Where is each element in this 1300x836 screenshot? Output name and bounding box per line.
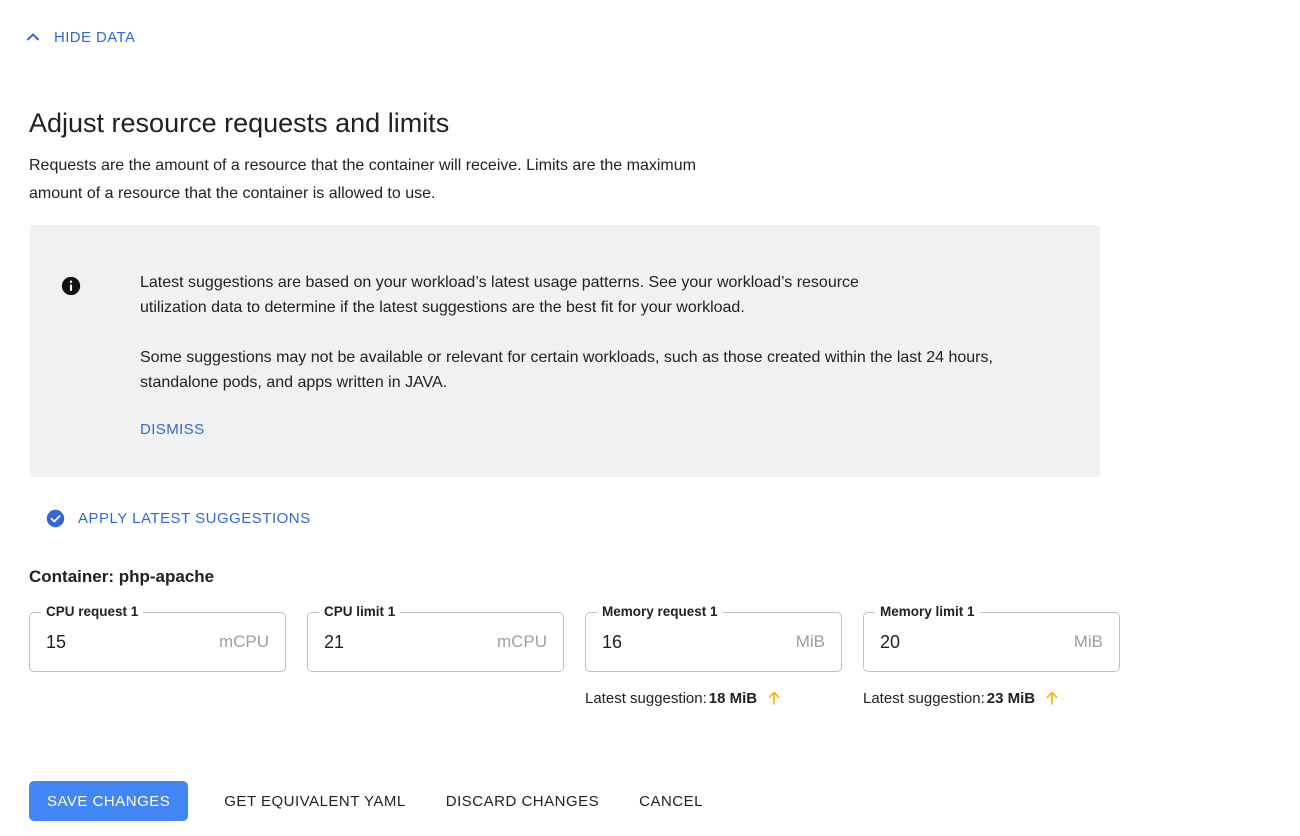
cpu-request-label: CPU request 1 (41, 604, 144, 620)
memory-request-suggestion-value: 18 MiB (708, 689, 758, 707)
memory-request-suggestion-prefix: Latest suggestion: (585, 689, 707, 707)
hide-data-toggle[interactable]: HIDE DATA (22, 26, 135, 48)
memory-limit-field[interactable]: Memory limit 1 MiB (863, 604, 1120, 672)
banner-body: Latest suggestions are based on your wor… (140, 251, 1076, 451)
get-equivalent-yaml-button[interactable]: GET EQUIVALENT YAML (204, 781, 426, 821)
chevron-up-icon (22, 26, 44, 48)
cpu-limit-input[interactable] (324, 631, 489, 653)
check-circle-icon (45, 508, 66, 529)
cpu-request-field[interactable]: CPU request 1 mCPU (29, 604, 286, 672)
memory-request-field[interactable]: Memory request 1 MiB (585, 604, 842, 672)
container-title: Container: php-apache (29, 567, 215, 586)
memory-limit-suggestion: Latest suggestion: 23 MiB (863, 689, 1120, 707)
apply-latest-suggestions-button[interactable]: APPLY LATEST SUGGESTIONS (45, 508, 311, 529)
cpu-limit-field[interactable]: CPU limit 1 mCPU (307, 604, 564, 672)
cpu-request-column: CPU request 1 mCPU (29, 604, 286, 707)
memory-request-label: Memory request 1 (597, 604, 723, 620)
cancel-button[interactable]: CANCEL (619, 781, 723, 821)
arrow-up-icon (765, 689, 783, 707)
memory-limit-label: Memory limit 1 (875, 604, 980, 620)
banner-paragraph-2: Some suggestions may not be available or… (140, 349, 993, 391)
apply-latest-suggestions-label: APPLY LATEST SUGGESTIONS (78, 510, 311, 527)
discard-changes-button[interactable]: DISCARD CHANGES (426, 781, 619, 821)
memory-limit-column: Memory limit 1 MiB Latest suggestion: 23… (863, 604, 1120, 707)
memory-request-unit: MiB (795, 632, 825, 651)
cpu-request-input[interactable] (46, 631, 211, 653)
resource-fields-row: CPU request 1 mCPU CPU limit 1 mCPU Memo… (29, 604, 1269, 707)
memory-limit-unit: MiB (1073, 632, 1103, 651)
adjust-resources-panel: HIDE DATA Adjust resource requests and l… (0, 0, 1300, 836)
banner-paragraph-1: Latest suggestions are based on your wor… (140, 274, 859, 316)
page-description: Requests are the amount of a resource th… (29, 157, 696, 202)
action-buttons: SAVE CHANGES GET EQUIVALENT YAML DISCARD… (29, 781, 723, 821)
hide-data-label: HIDE DATA (54, 28, 136, 46)
memory-request-column: Memory request 1 MiB Latest suggestion: … (585, 604, 842, 707)
cpu-limit-label: CPU limit 1 (319, 604, 401, 620)
cpu-request-unit: mCPU (218, 632, 269, 651)
memory-limit-input[interactable] (880, 631, 1066, 653)
cpu-limit-unit: mCPU (496, 632, 547, 651)
dismiss-button[interactable]: DISMISS (140, 421, 204, 438)
save-changes-button[interactable]: SAVE CHANGES (29, 781, 189, 821)
memory-limit-suggestion-value: 23 MiB (986, 689, 1036, 707)
memory-request-input[interactable] (602, 631, 788, 653)
arrow-up-icon (1043, 689, 1061, 707)
memory-limit-suggestion-prefix: Latest suggestion: (863, 689, 985, 707)
suggestions-info-banner: Latest suggestions are based on your wor… (30, 225, 1100, 477)
memory-request-suggestion: Latest suggestion: 18 MiB (585, 689, 842, 707)
info-icon (60, 275, 82, 297)
cpu-limit-column: CPU limit 1 mCPU (307, 604, 564, 707)
page-title: Adjust resource requests and limits (29, 108, 450, 139)
